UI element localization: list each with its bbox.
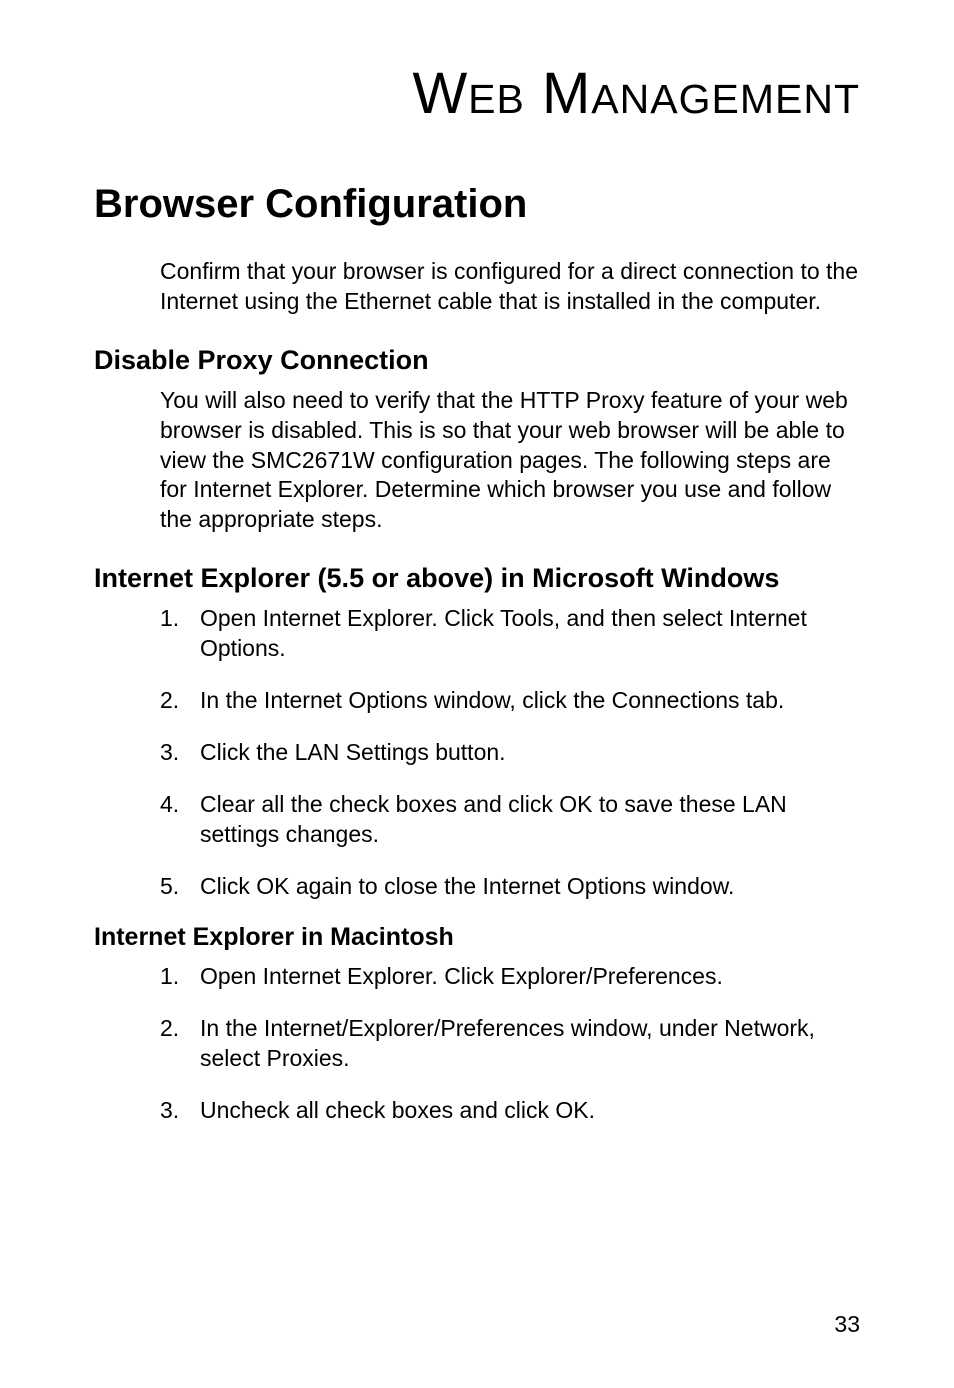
main-title: Web Management [94, 60, 860, 127]
list-text: Open Internet Explorer. Click Tools, and… [200, 604, 860, 664]
list-text: Uncheck all check boxes and click OK. [200, 1096, 860, 1126]
list-text: In the Internet Options window, click th… [200, 686, 860, 716]
intro-paragraph: Confirm that your browser is configured … [160, 257, 860, 317]
list-item: 4. Clear all the check boxes and click O… [160, 790, 860, 850]
list-item: 2. In the Internet/Explorer/Preferences … [160, 1014, 860, 1074]
list-text: Clear all the check boxes and click OK t… [200, 790, 860, 850]
disable-proxy-heading: Disable Proxy Connection [94, 345, 860, 376]
list-number: 5. [160, 872, 200, 902]
list-item: 2. In the Internet Options window, click… [160, 686, 860, 716]
ie-mac-list: 1. Open Internet Explorer. Click Explore… [160, 962, 860, 1126]
ie-mac-heading: Internet Explorer in Macintosh [94, 923, 860, 952]
list-item: 1. Open Internet Explorer. Click Explore… [160, 962, 860, 992]
list-item: 3. Uncheck all check boxes and click OK. [160, 1096, 860, 1126]
list-number: 4. [160, 790, 200, 850]
list-number: 1. [160, 962, 200, 992]
section-heading: Browser Configuration [94, 182, 860, 227]
list-number: 1. [160, 604, 200, 664]
list-text: Open Internet Explorer. Click Explorer/P… [200, 962, 860, 992]
list-number: 3. [160, 738, 200, 768]
disable-proxy-body: You will also need to verify that the HT… [160, 386, 860, 535]
list-text: Click the LAN Settings button. [200, 738, 860, 768]
list-item: 5. Click OK again to close the Internet … [160, 872, 860, 902]
page-number: 33 [834, 1311, 860, 1338]
ie-windows-heading: Internet Explorer (5.5 or above) in Micr… [94, 563, 860, 594]
list-number: 2. [160, 686, 200, 716]
list-item: 1. Open Internet Explorer. Click Tools, … [160, 604, 860, 664]
list-number: 2. [160, 1014, 200, 1074]
list-text: Click OK again to close the Internet Opt… [200, 872, 860, 902]
list-text: In the Internet/Explorer/Preferences win… [200, 1014, 860, 1074]
ie-windows-list: 1. Open Internet Explorer. Click Tools, … [160, 604, 860, 901]
list-number: 3. [160, 1096, 200, 1126]
list-item: 3. Click the LAN Settings button. [160, 738, 860, 768]
